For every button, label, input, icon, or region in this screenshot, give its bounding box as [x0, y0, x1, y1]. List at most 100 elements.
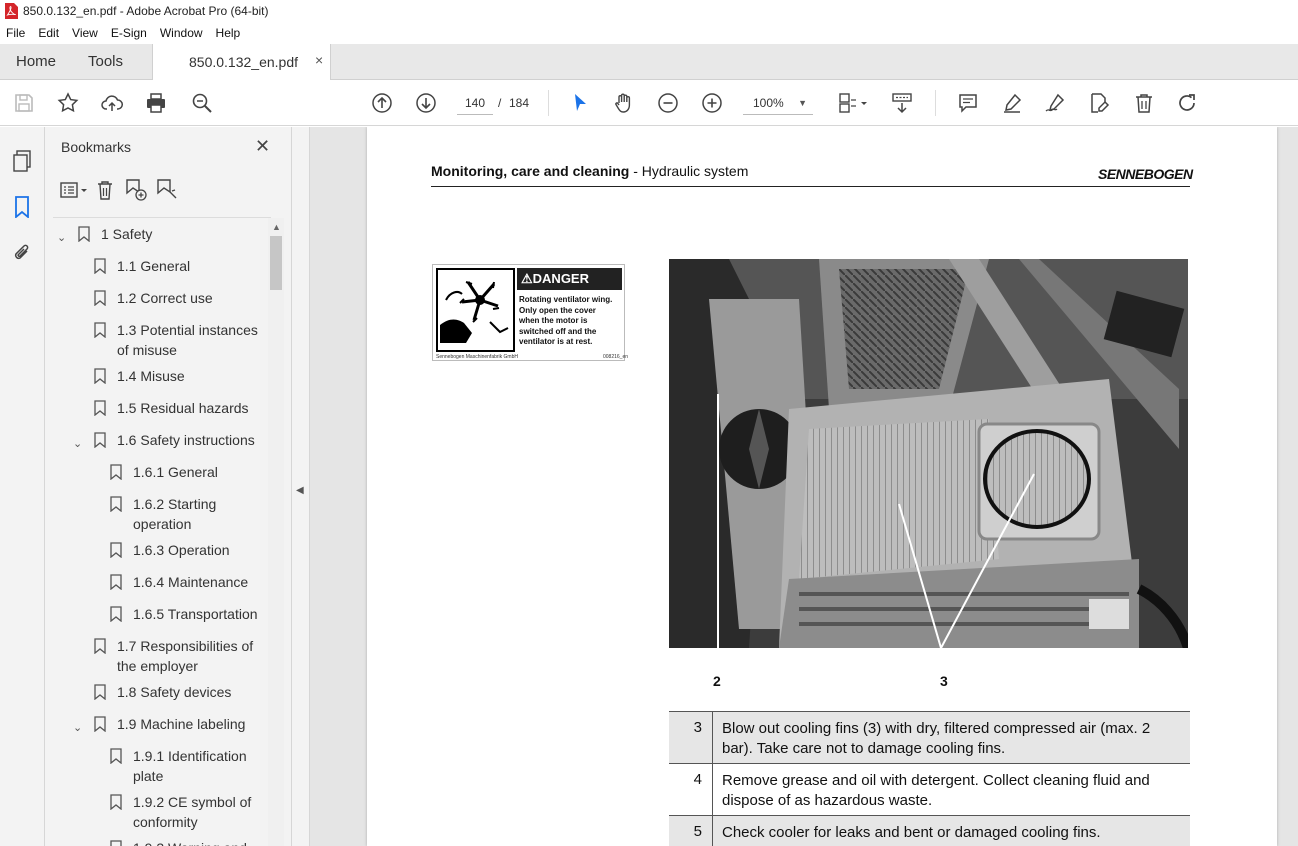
previous-page-icon[interactable] — [370, 91, 394, 115]
danger-footer: Sennebogen Maschinenfabrik GmbH — [436, 354, 518, 360]
header-rule — [431, 186, 1190, 187]
bookmarks-panel: Bookmarks ✕ ⌄ 1 Safety 1.1 General 1.2 C… — [45, 127, 292, 846]
chevron-down-icon[interactable]: ⌄ — [57, 228, 66, 248]
menu-edit[interactable]: Edit — [32, 26, 66, 40]
main-toolbar: 140 / 184 100% ▼ — [0, 80, 1298, 126]
menu-esign[interactable]: E-Sign — [105, 26, 154, 40]
close-tab-icon[interactable]: × — [315, 52, 323, 68]
comment-icon[interactable] — [956, 91, 980, 115]
pdf-page: Monitoring, care and cleaning - Hydrauli… — [367, 127, 1277, 846]
step-row: 3 Blow out cooling fins (3) with dry, fi… — [669, 711, 1190, 763]
instruction-steps: 3 Blow out cooling fins (3) with dry, fi… — [669, 711, 1190, 846]
acrobat-icon — [4, 3, 18, 19]
step-text: Remove grease and oil with detergent. Co… — [722, 772, 1150, 809]
highlight-pen-icon[interactable] — [1000, 91, 1024, 115]
bookmark-icon — [94, 368, 106, 384]
bookmark-icon — [78, 226, 90, 242]
menu-help[interactable]: Help — [210, 26, 248, 40]
star-icon[interactable] — [56, 91, 80, 115]
bookmarks-icon[interactable] — [10, 195, 34, 219]
cooler-photo — [669, 259, 1188, 648]
bookmarks-panel-title: Bookmarks — [61, 139, 132, 155]
header-subtitle: - Hydraulic system — [629, 163, 749, 179]
rotate-icon[interactable] — [1175, 91, 1199, 115]
header-section-title: Monitoring, care and cleaning — [431, 163, 630, 179]
bookmark-icon — [94, 322, 106, 338]
page-display-icon[interactable] — [836, 91, 870, 115]
bookmarks-toolbar — [59, 177, 183, 203]
hand-tool-icon[interactable] — [612, 91, 636, 115]
zoom-value: 100% — [753, 96, 784, 110]
bookmark-options-icon[interactable] — [59, 177, 89, 203]
bookmark-icon — [110, 794, 122, 810]
page-header: Monitoring, care and cleaning - Hydrauli… — [431, 163, 1190, 179]
tab-document[interactable]: 850.0.132_en.pdf × — [152, 44, 331, 81]
delete-bookmark-icon[interactable] — [90, 177, 120, 203]
find-bookmark-icon[interactable] — [152, 177, 182, 203]
bookmark-icon — [94, 684, 106, 700]
step-text: Check cooler for leaks and bent or damag… — [722, 824, 1101, 841]
bookmark-icon — [110, 840, 122, 846]
page-separator: / — [498, 96, 502, 110]
close-icon[interactable]: ✕ — [255, 136, 270, 157]
bookmark-tree: ⌄ 1 Safety 1.1 General 1.2 Correct use 1… — [53, 217, 271, 846]
menu-bar: File Edit View E-Sign Window Help — [0, 22, 1298, 44]
bookmark-icon — [110, 464, 122, 480]
chevron-down-icon[interactable]: ⌄ — [73, 434, 82, 454]
tab-home[interactable]: Home — [16, 53, 56, 70]
bookmark-icon — [110, 496, 122, 512]
menu-file[interactable]: File — [0, 26, 32, 40]
scroll-mode-icon[interactable] — [890, 91, 914, 115]
zoom-select[interactable]: 100% ▼ — [743, 91, 813, 115]
toolbar-divider — [548, 90, 549, 116]
draw-signature-icon[interactable] — [1043, 91, 1067, 115]
chevron-down-icon: ▼ — [798, 98, 807, 108]
bookmark-icon — [110, 606, 122, 622]
print-icon[interactable] — [144, 91, 168, 115]
sennebogen-logo: SENNEBOGEN — [1098, 166, 1193, 182]
scrollbar-thumb[interactable] — [270, 236, 282, 290]
step-row: 5 Check cooler for leaks and bent or dam… — [669, 815, 1190, 846]
chevron-down-icon[interactable]: ⌄ — [73, 718, 82, 738]
zoom-out-icon[interactable] — [656, 91, 680, 115]
panel-collapse-handle[interactable]: ◀ — [292, 127, 310, 846]
left-navigation-rail — [0, 127, 45, 846]
page-thumbnails-icon[interactable] — [10, 149, 34, 173]
tab-tools[interactable]: Tools — [88, 53, 123, 70]
bookmark-icon — [94, 258, 106, 274]
page-number-input[interactable]: 140 — [457, 91, 493, 115]
zoom-search-icon[interactable] — [190, 91, 214, 115]
bookmark-icon — [94, 290, 106, 306]
bookmark-icon — [110, 574, 122, 590]
ventilator-hazard-pictogram — [436, 268, 515, 352]
tab-document-label: 850.0.132_en.pdf — [189, 54, 298, 70]
danger-heading: ⚠DANGER — [517, 268, 622, 290]
save-icon[interactable] — [12, 91, 36, 115]
scroll-up-icon[interactable]: ▲ — [272, 222, 281, 232]
danger-code: 008216_en — [603, 354, 629, 360]
bookmark-icon — [94, 638, 106, 654]
window-title: 850.0.132_en.pdf - Adobe Acrobat Pro (64… — [23, 4, 269, 18]
menu-window[interactable]: Window — [154, 26, 210, 40]
step-row: 4 Remove grease and oil with detergent. … — [669, 763, 1190, 815]
step-number: 3 — [669, 712, 713, 763]
attachments-icon[interactable] — [10, 241, 34, 265]
bookmark-icon — [110, 748, 122, 764]
edit-pdf-icon[interactable] — [1087, 91, 1111, 115]
callout-3: 3 — [940, 673, 948, 689]
callout-2: 2 — [713, 673, 721, 689]
new-bookmark-icon[interactable] — [121, 177, 151, 203]
menu-view[interactable]: View — [66, 26, 105, 40]
delete-icon[interactable] — [1132, 91, 1156, 115]
collapse-left-icon[interactable]: ◀ — [296, 485, 304, 496]
danger-label: ⚠DANGER Rotating ventilator wing. Only o… — [432, 264, 629, 361]
zoom-in-icon[interactable] — [700, 91, 724, 115]
bookmark-icon — [94, 716, 106, 732]
tab-bar: Home Tools 850.0.132_en.pdf × — [0, 44, 1298, 81]
bookmarks-scrollbar[interactable]: ▲ — [268, 218, 284, 846]
bookmark-icon — [94, 400, 106, 416]
document-view[interactable]: Monitoring, care and cleaning - Hydrauli… — [310, 127, 1298, 846]
upload-cloud-icon[interactable] — [100, 91, 124, 115]
next-page-icon[interactable] — [414, 91, 438, 115]
select-cursor-icon[interactable] — [568, 91, 592, 115]
